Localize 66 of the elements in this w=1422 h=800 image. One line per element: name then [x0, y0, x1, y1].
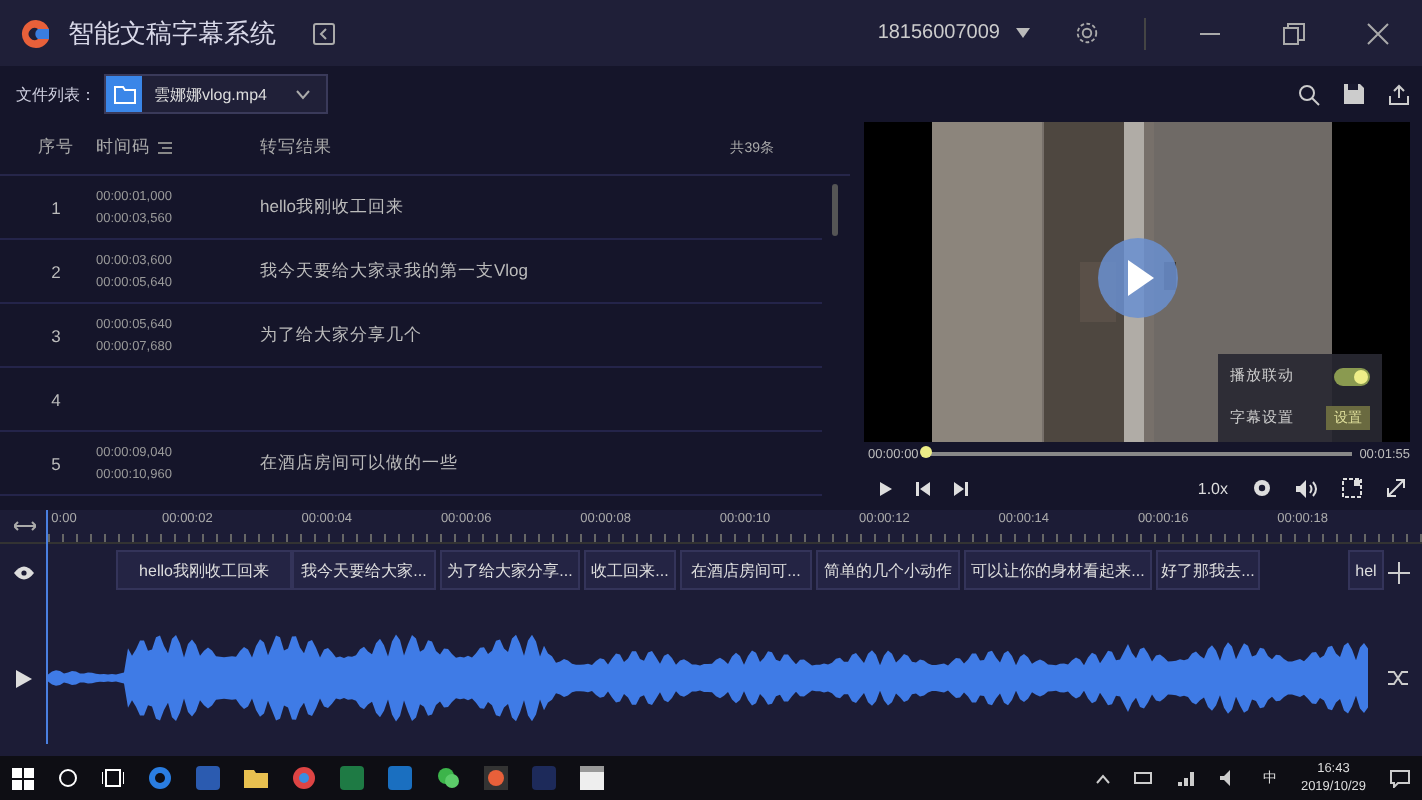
settings-icon[interactable]	[1074, 20, 1100, 46]
subtitle-clip[interactable]: hel	[1348, 550, 1384, 590]
transcript-text[interactable]: 为了给大家分享几个	[260, 323, 822, 347]
window-title: 智能文稿字幕系统	[68, 15, 276, 51]
row-number: 5	[49, 453, 63, 473]
notification-icon[interactable]	[1390, 769, 1410, 787]
task-view-icon[interactable]	[102, 768, 124, 788]
dropdown-icon[interactable]	[1016, 28, 1030, 38]
chat-app-icon[interactable]	[436, 766, 460, 790]
visibility-icon[interactable]	[14, 565, 34, 579]
save-icon[interactable]	[1344, 84, 1364, 104]
play-icon[interactable]	[880, 481, 892, 495]
transcript-text[interactable]: 我今天要给大家录我的第一支Vlog	[260, 259, 822, 283]
settings-icon[interactable]	[1252, 478, 1272, 498]
column-header: 序号	[36, 136, 76, 160]
battery-icon[interactable]	[1134, 772, 1155, 784]
scrollbar[interactable]	[832, 184, 838, 236]
subtitle-clip[interactable]: 在酒店房间可...	[680, 550, 812, 590]
close-icon[interactable]	[1366, 21, 1390, 45]
row-number: 1	[49, 197, 63, 217]
file-select[interactable]: 雲娜娜vlog.mp4	[104, 74, 328, 114]
browser-icon[interactable]	[292, 766, 316, 790]
restore-icon[interactable]	[1282, 21, 1306, 45]
row-number: 2	[49, 261, 63, 281]
row-number: 4	[49, 389, 63, 409]
app-logo-icon	[20, 17, 52, 49]
account-name[interactable]: 18156007009	[877, 22, 1000, 44]
chevron-icon	[296, 89, 310, 99]
progress-thumb[interactable]	[920, 446, 933, 458]
fullscreen-icon[interactable]	[1386, 478, 1406, 498]
app-logo-icon[interactable]	[484, 766, 508, 790]
file-list-label: 文件列表：	[16, 83, 96, 105]
transcript-text[interactable]: 在酒店房间可以做的一些	[260, 451, 822, 475]
subtitle-clip[interactable]: 收工回来...	[584, 550, 676, 590]
browser-icon[interactable]	[148, 766, 172, 790]
play-icon[interactable]	[1098, 238, 1178, 318]
transcript-text[interactable]: hello我刚收工回来	[260, 195, 822, 219]
toggle-switch[interactable]	[1334, 367, 1370, 385]
subtitle-clip[interactable]: 为了给大家分享...	[440, 550, 580, 590]
search-icon[interactable]	[1298, 83, 1320, 105]
row-number: 3	[49, 325, 63, 345]
sort-icon[interactable]	[158, 142, 172, 154]
chevron-up-icon[interactable]	[1096, 773, 1111, 783]
shuffle-icon[interactable]	[1388, 670, 1408, 686]
zoom-fit-icon[interactable]	[13, 520, 35, 532]
column-header: 时间码	[96, 136, 150, 160]
collapse-icon[interactable]	[312, 21, 336, 45]
subtitle-clip[interactable]: hello我刚收工回来	[116, 550, 292, 590]
subtitle-clip[interactable]: 简单的几个小动作	[816, 550, 960, 590]
speed-button[interactable]: 1.0x	[1197, 479, 1228, 497]
folder-icon[interactable]	[244, 766, 268, 790]
volume-icon[interactable]	[1296, 479, 1318, 497]
add-icon[interactable]	[1387, 561, 1409, 583]
subtitle-clip[interactable]: 可以让你的身材看起来...	[964, 550, 1152, 590]
column-header: 转写结果	[260, 136, 334, 160]
play-icon[interactable]	[16, 669, 32, 687]
network-icon[interactable]	[1178, 770, 1197, 786]
search-icon[interactable]	[58, 768, 78, 788]
previous-icon[interactable]	[916, 481, 930, 495]
subtitle-clip[interactable]: 好了那我去...	[1156, 550, 1260, 590]
subtitle-clip[interactable]: 我今天要给大家...	[292, 550, 436, 590]
windows-start-icon[interactable]	[12, 767, 34, 789]
share-icon[interactable]	[1388, 83, 1410, 105]
folder-icon	[113, 85, 135, 103]
next-icon[interactable]	[954, 481, 968, 495]
subtitle-icon[interactable]	[1342, 478, 1362, 498]
